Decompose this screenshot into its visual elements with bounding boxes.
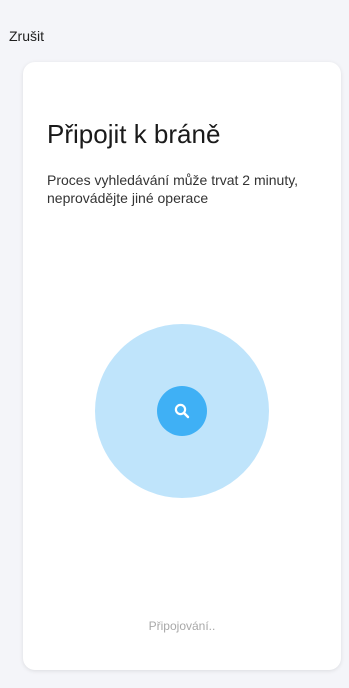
instructions-text: Proces vyhledávání může trvat 2 minuty, … <box>47 172 299 206</box>
scanning-indicator <box>95 324 269 498</box>
top-bar: Zrušit <box>0 0 349 56</box>
connect-gateway-card: Připojit k bráně Proces vyhledávání může… <box>23 62 341 670</box>
page-title: Připojit k bráně <box>47 119 221 149</box>
connection-status: Připojování.. <box>148 619 216 633</box>
search-button[interactable] <box>157 386 207 436</box>
cancel-button[interactable]: Zrušit <box>9 28 44 44</box>
search-icon <box>173 402 191 420</box>
